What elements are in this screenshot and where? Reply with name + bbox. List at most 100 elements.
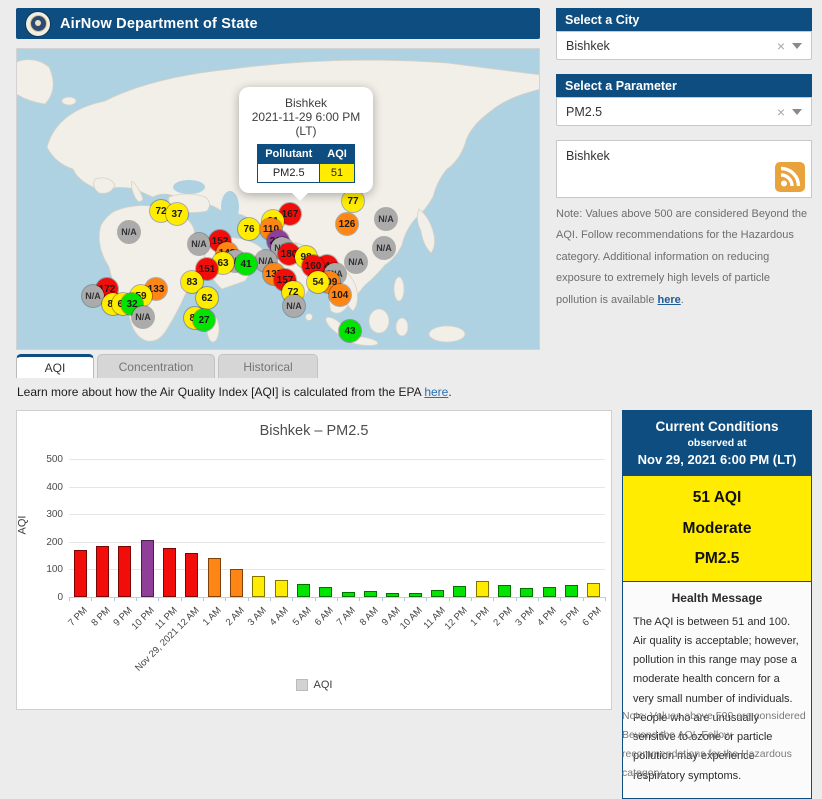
note-text: Note: Values above 500 are considered Be…: [556, 208, 808, 306]
aqi-map-marker[interactable]: 27: [193, 309, 215, 331]
popup-timezone: (LT): [295, 124, 317, 138]
chart-bar: [498, 585, 511, 597]
city-caret-down-icon[interactable]: [792, 42, 802, 49]
chart-x-tick: [359, 597, 361, 601]
chart-x-tick: [605, 597, 606, 601]
select-city-header: Select a City: [556, 8, 812, 31]
chart-x-tick: [158, 597, 160, 601]
popup-pollutant-value: PM2.5: [257, 163, 321, 183]
tab-concentration[interactable]: Concentration: [97, 354, 215, 378]
chart-bar: [408, 592, 422, 597]
chart-y-tick-label: 300: [46, 509, 63, 521]
chart-bar: [207, 558, 221, 597]
chart-x-tick: [247, 597, 249, 601]
aqi-map-marker[interactable]: N/A: [375, 208, 397, 230]
chart-x-tick: [471, 597, 472, 601]
chart-title: Bishkek – PM2.5: [259, 423, 369, 439]
chart-y-tick-label: 0: [57, 592, 63, 603]
popup-col-pollutant: Pollutant: [257, 144, 321, 164]
aqi-world-map[interactable]: 777237167N/A9112676110N/A152215N/AN/AN/A…: [16, 48, 540, 350]
aqi-map-marker[interactable]: 104: [329, 284, 351, 306]
cc-footer-note: Note: Values above 500 are considered Be…: [622, 710, 806, 779]
chart-gridline: [69, 459, 605, 460]
aqi-map-marker[interactable]: 37: [166, 203, 188, 225]
view-tabs: AQI Concentration Historical: [16, 354, 318, 378]
parameter-caret-down-icon[interactable]: [792, 108, 802, 115]
chart-bar: [185, 553, 199, 597]
page-title: AirNow Department of State: [60, 15, 258, 32]
chart-x-tick: [448, 597, 450, 601]
learn-more-prefix: Learn more about how the Air Quality Ind…: [17, 385, 425, 399]
chart-bar: [73, 549, 87, 597]
note-suffix: .: [680, 293, 684, 306]
chart-bar: [96, 546, 109, 597]
aqi-map-marker[interactable]: N/A: [82, 285, 104, 307]
aqi-map-marker[interactable]: N/A: [283, 295, 305, 317]
chart-bar: [252, 575, 266, 597]
app-header: AirNow Department of State: [16, 8, 540, 39]
learn-more-suffix: .: [448, 385, 452, 399]
chart-x-tick: [225, 597, 227, 601]
cc-title: Current Conditions: [655, 419, 779, 434]
cc-subtitle: observed at: [687, 437, 747, 449]
chart-bar: [140, 540, 154, 597]
aqi-map-marker[interactable]: N/A: [188, 233, 210, 255]
beyond-aqi-note: Note: Values above 500 are considered Be…: [556, 204, 814, 311]
chart-bar: [297, 584, 310, 597]
aqi-map-marker[interactable]: N/A: [373, 237, 395, 259]
chart-bar: [431, 589, 444, 597]
chart-x-tick: [381, 597, 383, 601]
popup-table: Pollutant AQI PM2.5 51: [257, 144, 355, 183]
chart-bar: [386, 593, 400, 597]
chart-x-tick: [538, 597, 539, 601]
chart-bar: [520, 587, 534, 597]
aqi-map-marker[interactable]: N/A: [118, 221, 140, 243]
city-clear-icon[interactable]: ×: [770, 39, 792, 53]
chart-x-tick: [560, 597, 562, 601]
chart-bar: [163, 547, 176, 597]
chart-x-tick: [270, 597, 271, 601]
tab-aqi[interactable]: AQI: [16, 354, 94, 378]
chart-y-tick-label: 200: [46, 536, 63, 548]
parameter-select-value: PM2.5: [566, 104, 603, 119]
chart-y-tick-label: 400: [46, 481, 63, 493]
chart-x-tick: [337, 597, 338, 601]
chart-x-tick: [203, 597, 204, 601]
rss-feed-icon[interactable]: [775, 162, 805, 192]
note-here-link[interactable]: here: [658, 294, 681, 306]
tab-historical[interactable]: Historical: [218, 354, 318, 378]
city-select[interactable]: Bishkek ×: [556, 31, 812, 60]
cc-category: Moderate: [682, 519, 752, 537]
chart-x-tick: [582, 597, 584, 601]
chart-bar: [118, 545, 132, 597]
aqi-map-marker[interactable]: 54: [307, 271, 329, 293]
chart-x-tick: [136, 597, 137, 601]
popup-datetime: 2021-11-29 6:00 PM: [251, 110, 361, 124]
chart-y-tick-label: 500: [46, 454, 63, 465]
aqi-map-marker[interactable]: 126: [336, 213, 358, 235]
chart-bar: [475, 581, 489, 597]
aqi-map-marker[interactable]: 41: [235, 253, 257, 275]
current-conditions-header: Current Conditions observed at Nov 29, 2…: [623, 411, 811, 476]
aqi-map-marker[interactable]: 62: [196, 287, 218, 309]
chart-gridline: [69, 514, 605, 516]
chart-bar: [453, 585, 467, 597]
chart-x-tick: [515, 597, 517, 601]
city-feed-box: Bishkek: [556, 140, 812, 198]
aqi-map-marker[interactable]: 77: [342, 190, 364, 212]
chart-x-tick: [91, 597, 93, 601]
aqi-map-marker[interactable]: N/A: [345, 251, 367, 273]
aqi-map-marker[interactable]: 76: [238, 218, 260, 240]
chart-bar: [565, 585, 578, 597]
learn-more-link[interactable]: here: [424, 385, 448, 399]
chart-x-tick: [493, 597, 495, 601]
chart-bar: [319, 587, 333, 597]
parameter-clear-icon[interactable]: ×: [770, 105, 792, 119]
cc-datetime: Nov 29, 2021 6:00 PM (LT): [637, 452, 797, 467]
aqi-map-marker[interactable]: N/A: [132, 306, 154, 328]
map-popup: Bishkek 2021-11-29 6:00 PM (LT) Pollutan…: [239, 87, 373, 201]
popup-city: Bishkek: [284, 96, 328, 110]
parameter-select[interactable]: PM2.5 ×: [556, 97, 812, 126]
chart-bar: [341, 592, 355, 597]
aqi-map-marker[interactable]: 43: [339, 320, 361, 342]
